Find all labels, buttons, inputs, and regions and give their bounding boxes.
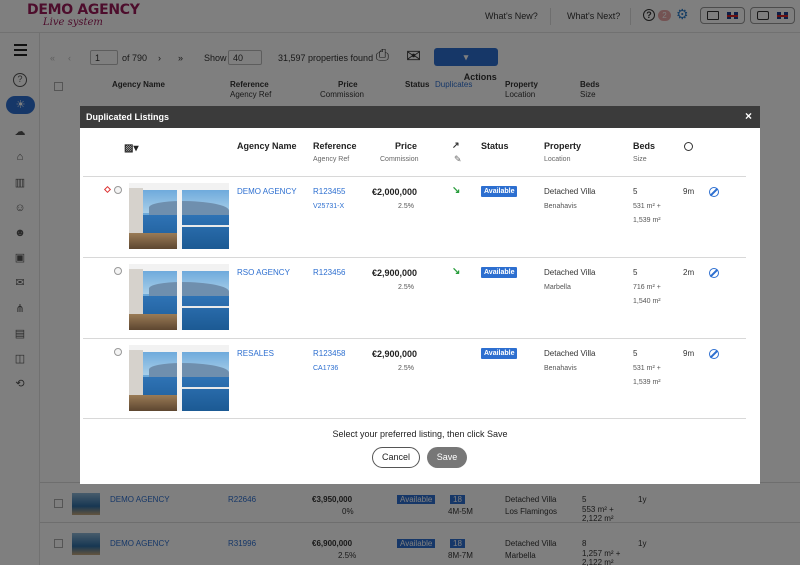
select-radio[interactable] [114, 348, 122, 356]
cancel-button[interactable]: Cancel [372, 447, 420, 468]
property-type: Detached Villa [544, 268, 596, 277]
commission: 2.5% [398, 284, 414, 291]
beds: 5 [633, 349, 638, 358]
agency-link[interactable]: RESALES [237, 349, 274, 358]
size-plot: 1,539 m² [633, 217, 661, 224]
status-badge: Available [481, 267, 518, 278]
close-icon[interactable]: × [745, 110, 752, 122]
commission: 2.5% [398, 365, 414, 372]
select-radio[interactable] [114, 186, 122, 194]
size-built: 531 m² + [633, 203, 661, 210]
listing-photo[interactable] [129, 183, 229, 249]
size-built: 531 m² + [633, 365, 661, 372]
agency-link[interactable]: RSO AGENCY [237, 268, 290, 277]
listing-photo[interactable] [129, 264, 229, 330]
col-price[interactable]: Price [395, 141, 417, 151]
selection-prompt: Select your preferred listing, then clic… [332, 429, 508, 439]
ban-icon[interactable] [709, 268, 719, 278]
reference-link[interactable]: R123458 [313, 349, 345, 358]
reference-link[interactable]: R123455 [313, 187, 345, 196]
beds: 5 [633, 268, 638, 277]
col-agency-name[interactable]: Agency Name [237, 141, 297, 151]
agency-link[interactable]: DEMO AGENCY [237, 187, 297, 196]
duplicate-row[interactable]: RESALES R123458 CA1736 €2,900,000 2.5% A… [83, 338, 746, 419]
col-beds[interactable]: Beds [633, 141, 655, 151]
duplicate-row[interactable]: RSO AGENCY R123456 €2,900,000 2.5% ↘ Ava… [83, 257, 746, 338]
ban-icon[interactable] [709, 187, 719, 197]
reference-link[interactable]: R123456 [313, 268, 345, 277]
price: €2,900,000 [372, 349, 418, 359]
col-property[interactable]: Property [544, 141, 581, 151]
col-status[interactable]: Status [481, 141, 509, 151]
commission: 2.5% [398, 203, 414, 210]
clock-icon[interactable] [684, 142, 693, 151]
beds: 5 [633, 187, 638, 196]
agency-ref-link[interactable]: V25731-X [313, 203, 344, 210]
location: Benahavis [544, 203, 577, 210]
location: Marbella [544, 284, 571, 291]
duplicated-listings-modal: Duplicated Listings × ▨▾ Agency Name Ref… [80, 106, 760, 484]
property-type: Detached Villa [544, 349, 596, 358]
size-plot: 1,539 m² [633, 379, 661, 386]
ban-icon[interactable] [709, 349, 719, 359]
select-radio[interactable] [114, 267, 122, 275]
chart-icon[interactable]: ↗ [452, 140, 460, 151]
price: €2,900,000 [372, 268, 418, 278]
col-reference[interactable]: Reference [313, 141, 357, 151]
divider [83, 418, 746, 419]
status-badge: Available [481, 186, 518, 197]
arrow-down-right-icon: ↘ [452, 266, 461, 277]
age: 2m [683, 268, 695, 277]
col-size: Size [633, 156, 647, 163]
agency-ref-link[interactable]: CA1736 [313, 365, 338, 372]
price: €2,000,000 [372, 187, 418, 197]
property-type: Detached Villa [544, 187, 596, 196]
modal-title: Duplicated Listings [86, 112, 170, 122]
age: 9m [683, 349, 695, 358]
age: 9m [683, 187, 695, 196]
col-commission: Commission [380, 156, 419, 163]
flag-icon [103, 185, 112, 194]
image-icon[interactable]: ▨▾ [124, 143, 138, 154]
modal-header: Duplicated Listings × [80, 106, 760, 128]
size-built: 716 m² + [633, 284, 661, 291]
listing-photo[interactable] [129, 345, 229, 411]
location: Benahavis [544, 365, 577, 372]
arrow-down-right-icon: ↘ [452, 185, 461, 196]
col-agency-ref: Agency Ref [313, 156, 350, 163]
save-button[interactable]: Save [427, 447, 467, 468]
col-location: Location [544, 156, 571, 163]
status-badge: Available [481, 348, 518, 359]
wrench-icon[interactable]: ✎ [454, 154, 462, 165]
size-plot: 1,540 m² [633, 298, 661, 305]
duplicate-row[interactable]: DEMO AGENCY R123455 V25731-X €2,000,000 … [83, 176, 746, 257]
